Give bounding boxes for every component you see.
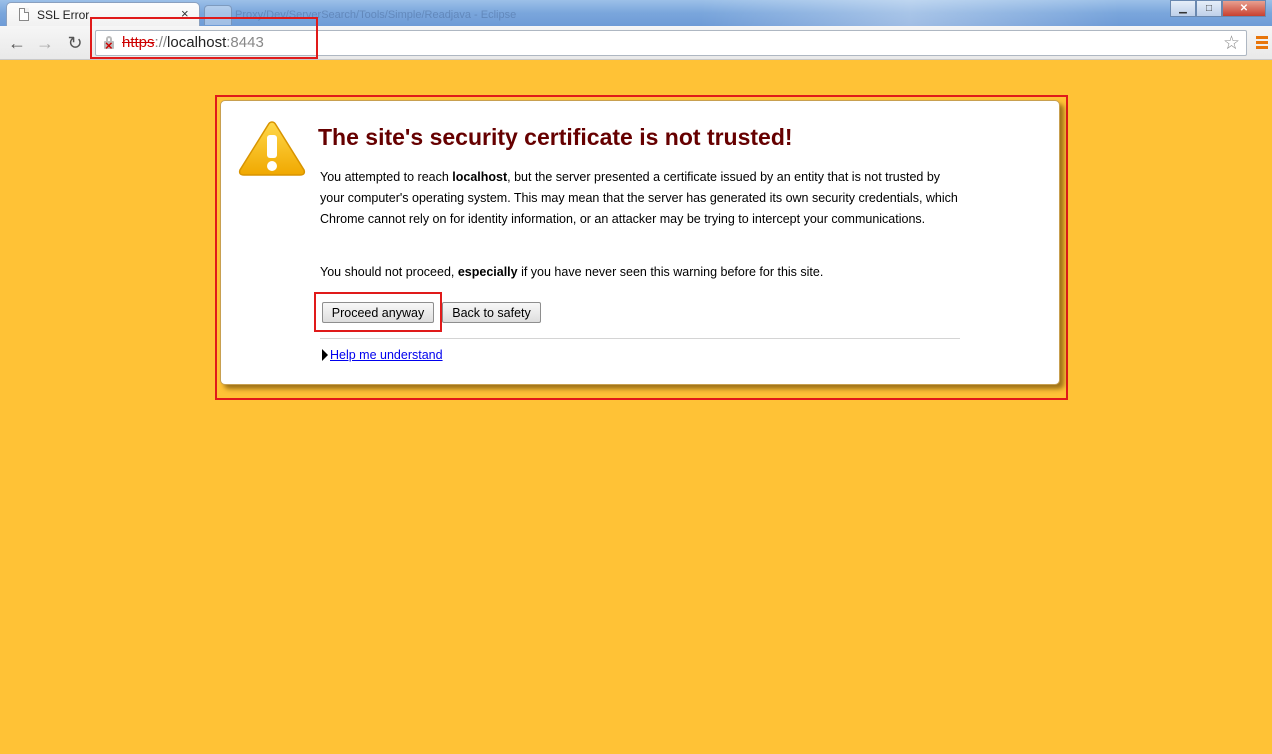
proceed-highlight-box [314,292,442,332]
back-to-safety-button[interactable]: Back to safety [442,302,541,323]
star-icon[interactable]: ☆ [1223,32,1240,55]
divider [320,338,960,339]
warning-icon [238,121,306,176]
expand-triangle-icon[interactable] [322,349,328,361]
help-section: Help me understand [322,348,443,362]
reload-button[interactable]: ↻ [64,32,86,54]
title-bar-glow [700,0,1120,26]
back-button[interactable]: ← [6,32,28,54]
forward-button[interactable]: → [34,32,56,54]
minimize-button[interactable]: ▁ [1170,0,1196,17]
tab-title: SSL Error [37,8,90,22]
maximize-button[interactable]: □ [1196,0,1222,17]
advice-text: You should not proceed, especially if yo… [320,265,823,279]
help-me-understand-link[interactable]: Help me understand [330,348,443,362]
close-window-button[interactable]: ✕ [1222,0,1266,17]
url-highlight-box [90,17,318,59]
advice-part-2: if you have never seen this warning befo… [517,265,824,279]
page-title: The site's security certificate is not t… [318,124,793,150]
explanation-text: You attempted to reach localhost, but th… [320,167,965,230]
host-name: localhost [452,170,508,184]
advice-emphasis: especially [457,265,518,279]
window-controls: ▁ □ ✕ [1170,0,1266,18]
page-icon [19,8,29,21]
menu-icon[interactable] [1256,36,1268,50]
explanation-part-1: You attempted to reach [320,170,453,184]
advice-part-1: You should not proceed, [320,265,458,279]
